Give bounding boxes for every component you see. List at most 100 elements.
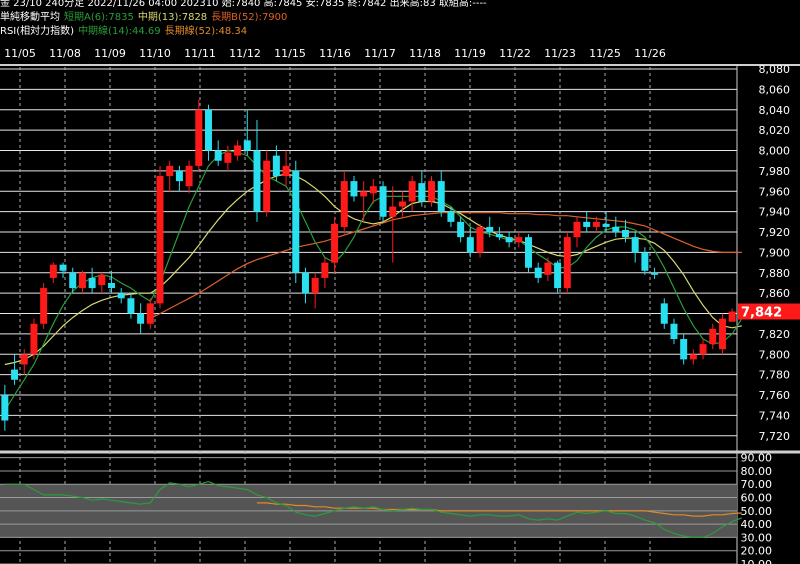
- rsi-tick-label: 80.00: [741, 465, 773, 478]
- candle-body: [185, 165, 193, 187]
- current-price-label: 7,842: [741, 306, 782, 321]
- candle-body: [69, 272, 77, 289]
- candle-body: [428, 181, 436, 202]
- date-tick-label: 11/23: [544, 47, 576, 60]
- candle-body: [108, 282, 116, 289]
- price-tick-label: 8,080: [759, 63, 791, 76]
- candle-body: [621, 230, 629, 238]
- candle-body: [49, 264, 57, 278]
- rsi-tick-label: 70.00: [741, 478, 773, 491]
- candle-body: [88, 277, 96, 289]
- candle-body: [641, 252, 649, 271]
- rsi-tick-label: 40.00: [741, 518, 773, 531]
- candle-body: [689, 354, 697, 360]
- date-tick-label: 11/26: [634, 47, 666, 60]
- candle-body: [398, 201, 406, 207]
- candle-body: [156, 176, 164, 304]
- candle-body: [379, 186, 387, 217]
- candle-body: [263, 160, 271, 212]
- price-tick-label: 7,880: [759, 267, 791, 280]
- candle-body: [612, 226, 620, 233]
- date-tick-label: 11/22: [499, 47, 531, 60]
- candle-body: [11, 369, 19, 380]
- rsi-tick-label: 20.00: [741, 545, 773, 558]
- rsi-tick-label: 10.00: [741, 558, 773, 564]
- price-tick-label: 7,740: [759, 409, 791, 422]
- candle-body: [699, 344, 707, 355]
- price-tick-label: 7,720: [759, 430, 791, 443]
- candle-body: [331, 223, 339, 263]
- candle-body: [224, 152, 232, 163]
- candle-body: [137, 313, 145, 324]
- candle-body: [728, 311, 736, 322]
- candle-body: [253, 150, 261, 212]
- candle-body: [127, 298, 135, 314]
- rsi-tick-label: 50.00: [741, 505, 773, 518]
- price-tick-label: 7,960: [759, 185, 791, 198]
- candle-body: [311, 277, 319, 294]
- price-tick-label: 7,780: [759, 369, 791, 382]
- candle-body: [30, 323, 38, 355]
- price-tick-label: 7,900: [759, 246, 791, 259]
- candle-body: [554, 262, 562, 289]
- candle-body: [651, 272, 659, 275]
- price-tick-label: 7,940: [759, 206, 791, 219]
- date-tick-label: 11/08: [49, 47, 81, 60]
- date-tick-label: 11/15: [274, 47, 306, 60]
- date-axis: 11/05 11/08 11/09 11/10 11/11 11/12 11/15 11/16…: [4, 47, 666, 60]
- candle-body: [563, 237, 571, 289]
- date-tick-label: 11/10: [139, 47, 171, 60]
- candle-body: [718, 318, 726, 350]
- candle-body: [166, 165, 174, 177]
- date-tick-label: 11/05: [4, 47, 36, 60]
- candle-body: [243, 140, 251, 151]
- candle-body: [272, 155, 280, 177]
- candle-body: [1, 395, 9, 421]
- price-tick-label: 7,980: [759, 165, 791, 178]
- candle-body: [447, 211, 455, 222]
- candle-body: [340, 181, 348, 227]
- price-tick-label: 8,040: [759, 104, 791, 117]
- candle-body: [573, 221, 581, 238]
- candle-body: [195, 109, 203, 166]
- price-tick-label: 8,000: [759, 145, 791, 158]
- rsi-tick-label: 30.00: [741, 531, 773, 544]
- date-tick-label: 11/12: [229, 47, 261, 60]
- candle-body: [59, 264, 67, 271]
- candle-body: [525, 237, 532, 268]
- candle-body: [660, 303, 668, 324]
- date-tick-label: 11/25: [589, 47, 621, 60]
- candle-body: [350, 181, 358, 197]
- price-axis: 8,080 8,060 8,040 8,020 8,000 7,980 7,960 7,940…: [759, 63, 791, 443]
- candle-body: [389, 206, 397, 217]
- date-tick-label: 11/11: [184, 47, 216, 60]
- candle-body: [631, 237, 639, 253]
- current-price-tag-group: 7,842: [738, 303, 800, 321]
- candle-body: [476, 226, 484, 253]
- candle-body: [418, 183, 426, 202]
- rsi-panel: 90.0080.0070.0060.0050.0040.0030.0020.00…: [0, 452, 772, 564]
- price-tick-label: 8,020: [759, 124, 791, 137]
- candle-body: [680, 339, 688, 360]
- candle-body: [486, 226, 494, 233]
- candle-body: [301, 272, 309, 294]
- price-tick-label: 7,800: [759, 348, 791, 361]
- date-tick-label: 11/16: [319, 47, 351, 60]
- candle-body: [205, 109, 212, 151]
- candle-body: [98, 274, 106, 286]
- candle-body: [437, 181, 445, 212]
- candle-body: [40, 288, 48, 324]
- rsi-tick-label: 60.00: [741, 492, 773, 505]
- ma-long-line: [150, 212, 742, 320]
- candle-body: [583, 221, 591, 227]
- price-chart[interactable]: 11/05 11/08 11/09 11/10 11/11 11/12 11/15 11/16…: [0, 0, 800, 564]
- date-tick-label: 11/18: [409, 47, 441, 60]
- candle-body: [360, 191, 368, 197]
- candle-body: [515, 237, 523, 243]
- candle-body: [78, 272, 86, 289]
- candle-body: [146, 303, 154, 324]
- candle-body: [592, 221, 600, 227]
- price-tick-label: 8,060: [759, 83, 791, 96]
- candle-body: [214, 150, 222, 161]
- candlesticks: [1, 99, 736, 431]
